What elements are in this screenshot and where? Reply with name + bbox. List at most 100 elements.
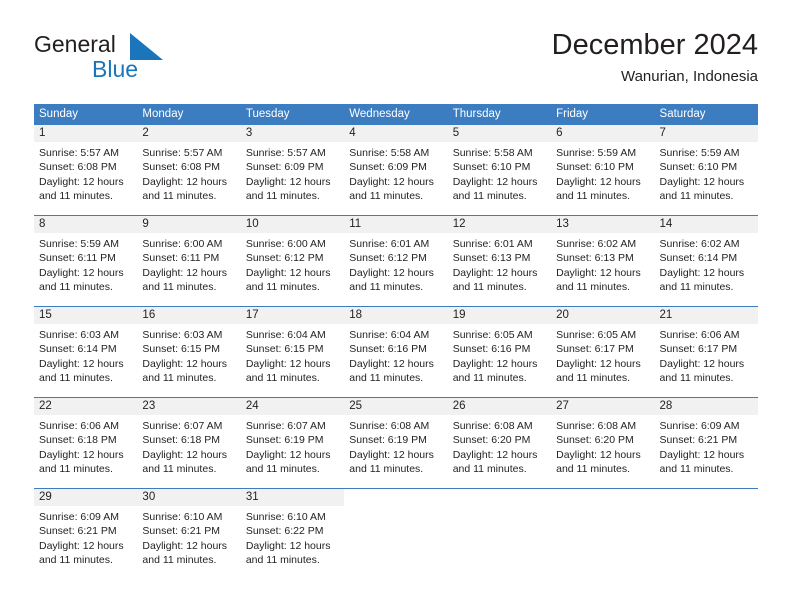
day-number: 18 bbox=[344, 307, 448, 324]
day-details: Sunrise: 6:01 AM Sunset: 6:13 PM Dayligh… bbox=[448, 233, 551, 295]
day-number: 23 bbox=[137, 398, 241, 415]
day-cell[interactable]: 23 Sunrise: 6:07 AM Sunset: 6:18 PM Dayl… bbox=[137, 398, 241, 488]
sunrise-text: Sunrise: 5:59 AM bbox=[556, 147, 637, 159]
daylight-text: Daylight: 12 hours and 11 minutes. bbox=[39, 266, 124, 294]
day-number: 4 bbox=[344, 125, 448, 142]
day-cell[interactable]: 16 Sunrise: 6:03 AM Sunset: 6:15 PM Dayl… bbox=[137, 307, 241, 397]
logo-text-blue: Blue bbox=[92, 56, 139, 82]
daylight-text: Daylight: 12 hours and 11 minutes. bbox=[452, 175, 538, 203]
day-cell[interactable]: 19 Sunrise: 6:05 AM Sunset: 6:16 PM Dayl… bbox=[447, 307, 552, 397]
page-subtitle: Wanurian, Indonesia bbox=[620, 68, 758, 85]
sunrise-text: Sunrise: 6:00 AM bbox=[142, 238, 223, 250]
day-cell[interactable]: 9 Sunrise: 6:00 AM Sunset: 6:11 PM Dayli… bbox=[137, 216, 241, 306]
day-cell[interactable]: 7 Sunrise: 5:59 AM Sunset: 6:10 PM Dayli… bbox=[654, 125, 758, 215]
day-number bbox=[344, 489, 448, 506]
daylight-text: Daylight: 12 hours and 11 minutes. bbox=[142, 175, 228, 203]
daylight-text: Daylight: 12 hours and 11 minutes. bbox=[142, 539, 228, 567]
day-details: Sunrise: 6:04 AM Sunset: 6:16 PM Dayligh… bbox=[344, 324, 447, 386]
sunset-text: Sunset: 6:16 PM bbox=[452, 343, 531, 356]
day-cell[interactable]: 1 Sunrise: 5:57 AM Sunset: 6:08 PM Dayli… bbox=[34, 125, 138, 215]
day-number: 1 bbox=[34, 125, 138, 142]
daylight-text: Daylight: 12 hours and 11 minutes. bbox=[349, 175, 434, 203]
daylight-text: Daylight: 12 hours and 11 minutes. bbox=[39, 357, 124, 385]
page-header: General Blue December 2024 Wanurian, Ind… bbox=[34, 28, 758, 94]
sunrise-text: Sunrise: 6:01 AM bbox=[349, 238, 430, 250]
daylight-text: Daylight: 12 hours and 11 minutes. bbox=[142, 266, 228, 294]
daylight-text: Daylight: 12 hours and 11 minutes. bbox=[349, 266, 434, 294]
sunset-text: Sunset: 6:21 PM bbox=[39, 525, 117, 538]
day-cell[interactable]: 31 Sunrise: 6:10 AM Sunset: 6:22 PM Dayl… bbox=[240, 489, 345, 579]
day-details: Sunrise: 6:09 AM Sunset: 6:21 PM Dayligh… bbox=[655, 415, 758, 477]
sunrise-text: Sunrise: 6:02 AM bbox=[659, 238, 740, 250]
day-cell[interactable]: 11 Sunrise: 6:01 AM Sunset: 6:12 PM Dayl… bbox=[344, 216, 448, 306]
day-number: 12 bbox=[447, 216, 552, 233]
day-cell[interactable]: 4 Sunrise: 5:58 AM Sunset: 6:09 PM Dayli… bbox=[344, 125, 448, 215]
sunrise-text: Sunrise: 5:59 AM bbox=[39, 238, 119, 250]
daylight-text: Daylight: 12 hours and 11 minutes. bbox=[245, 357, 331, 385]
day-number: 5 bbox=[447, 125, 552, 142]
day-cell[interactable]: 2 Sunrise: 5:57 AM Sunset: 6:08 PM Dayli… bbox=[137, 125, 241, 215]
day-cell[interactable]: 6 Sunrise: 5:59 AM Sunset: 6:10 PM Dayli… bbox=[551, 125, 655, 215]
calendar-page: General Blue December 2024 Wanurian, Ind… bbox=[0, 0, 792, 612]
weekday-header-tuesday: Tuesday bbox=[245, 108, 290, 120]
day-number bbox=[654, 489, 758, 506]
day-cell[interactable]: 12 Sunrise: 6:01 AM Sunset: 6:13 PM Dayl… bbox=[447, 216, 552, 306]
day-cell[interactable]: 27 Sunrise: 6:08 AM Sunset: 6:20 PM Dayl… bbox=[551, 398, 655, 488]
day-number bbox=[551, 489, 655, 506]
daylight-text: Daylight: 12 hours and 11 minutes. bbox=[142, 448, 228, 476]
sunrise-text: Sunrise: 5:59 AM bbox=[659, 147, 740, 159]
day-cell[interactable]: 3 Sunrise: 5:57 AM Sunset: 6:09 PM Dayli… bbox=[240, 125, 345, 215]
day-cell[interactable]: 26 Sunrise: 6:08 AM Sunset: 6:20 PM Dayl… bbox=[447, 398, 552, 488]
sunrise-text: Sunrise: 6:00 AM bbox=[245, 238, 326, 250]
sunset-text: Sunset: 6:18 PM bbox=[142, 434, 221, 447]
day-number: 9 bbox=[137, 216, 241, 233]
day-cell[interactable]: 8 Sunrise: 5:59 AM Sunset: 6:11 PM Dayli… bbox=[34, 216, 138, 306]
day-cell[interactable]: 13 Sunrise: 6:02 AM Sunset: 6:13 PM Dayl… bbox=[551, 216, 655, 306]
sunrise-text: Sunrise: 6:08 AM bbox=[452, 420, 533, 432]
daylight-text: Daylight: 12 hours and 11 minutes. bbox=[349, 357, 434, 385]
weekday-header-monday: Monday bbox=[142, 108, 184, 120]
day-cell[interactable]: 10 Sunrise: 6:00 AM Sunset: 6:12 PM Dayl… bbox=[240, 216, 345, 306]
day-cell[interactable]: 30 Sunrise: 6:10 AM Sunset: 6:21 PM Dayl… bbox=[137, 489, 241, 579]
daylight-text: Daylight: 12 hours and 11 minutes. bbox=[659, 266, 745, 294]
sunset-text: Sunset: 6:22 PM bbox=[245, 525, 324, 538]
day-cell[interactable]: 15 Sunrise: 6:03 AM Sunset: 6:14 PM Dayl… bbox=[34, 307, 138, 397]
sunset-text: Sunset: 6:12 PM bbox=[349, 252, 427, 265]
day-cell[interactable]: 21 Sunrise: 6:06 AM Sunset: 6:17 PM Dayl… bbox=[654, 307, 758, 397]
sunset-text: Sunset: 6:20 PM bbox=[452, 434, 531, 447]
daylight-text: Daylight: 12 hours and 11 minutes. bbox=[556, 175, 641, 203]
sunrise-text: Sunrise: 6:06 AM bbox=[659, 329, 740, 341]
sunrise-text: Sunrise: 6:04 AM bbox=[245, 329, 326, 341]
day-cell[interactable]: 17 Sunrise: 6:04 AM Sunset: 6:15 PM Dayl… bbox=[240, 307, 345, 397]
day-cell[interactable]: 20 Sunrise: 6:05 AM Sunset: 6:17 PM Dayl… bbox=[551, 307, 655, 397]
day-number: 26 bbox=[447, 398, 552, 415]
day-cell[interactable]: 22 Sunrise: 6:06 AM Sunset: 6:18 PM Dayl… bbox=[34, 398, 138, 488]
day-details: Sunrise: 5:57 AM Sunset: 6:08 PM Dayligh… bbox=[34, 142, 137, 204]
day-details: Sunrise: 6:08 AM Sunset: 6:20 PM Dayligh… bbox=[551, 415, 654, 477]
day-cell[interactable]: 5 Sunrise: 5:58 AM Sunset: 6:10 PM Dayli… bbox=[447, 125, 552, 215]
day-number: 29 bbox=[34, 489, 138, 506]
day-cell[interactable]: 14 Sunrise: 6:02 AM Sunset: 6:14 PM Dayl… bbox=[654, 216, 758, 306]
day-cell[interactable]: 24 Sunrise: 6:07 AM Sunset: 6:19 PM Dayl… bbox=[240, 398, 345, 488]
day-number: 16 bbox=[137, 307, 241, 324]
weekday-header-wednesday: Wednesday bbox=[349, 108, 410, 120]
day-cell[interactable]: 25 Sunrise: 6:08 AM Sunset: 6:19 PM Dayl… bbox=[344, 398, 448, 488]
general-blue-logo[interactable]: General Blue bbox=[34, 32, 244, 90]
day-cell[interactable]: 29 Sunrise: 6:09 AM Sunset: 6:21 PM Dayl… bbox=[34, 489, 138, 579]
day-cell[interactable]: 28 Sunrise: 6:09 AM Sunset: 6:21 PM Dayl… bbox=[654, 398, 758, 488]
daylight-text: Daylight: 12 hours and 11 minutes. bbox=[659, 357, 745, 385]
sunset-text: Sunset: 6:17 PM bbox=[659, 343, 738, 356]
day-number: 7 bbox=[654, 125, 758, 142]
sunset-text: Sunset: 6:11 PM bbox=[39, 252, 116, 265]
day-number: 15 bbox=[34, 307, 138, 324]
day-number: 20 bbox=[551, 307, 655, 324]
sunset-text: Sunset: 6:09 PM bbox=[245, 161, 324, 174]
sunrise-text: Sunrise: 5:58 AM bbox=[452, 147, 533, 159]
sunrise-text: Sunrise: 5:58 AM bbox=[349, 147, 430, 159]
sunset-text: Sunset: 6:16 PM bbox=[349, 343, 427, 356]
week-row: 29 Sunrise: 6:09 AM Sunset: 6:21 PM Dayl… bbox=[34, 488, 758, 579]
sunset-text: Sunset: 6:08 PM bbox=[142, 161, 221, 174]
day-number: 27 bbox=[551, 398, 655, 415]
day-cell[interactable]: 18 Sunrise: 6:04 AM Sunset: 6:16 PM Dayl… bbox=[344, 307, 448, 397]
logo-text-general: General bbox=[34, 31, 116, 57]
